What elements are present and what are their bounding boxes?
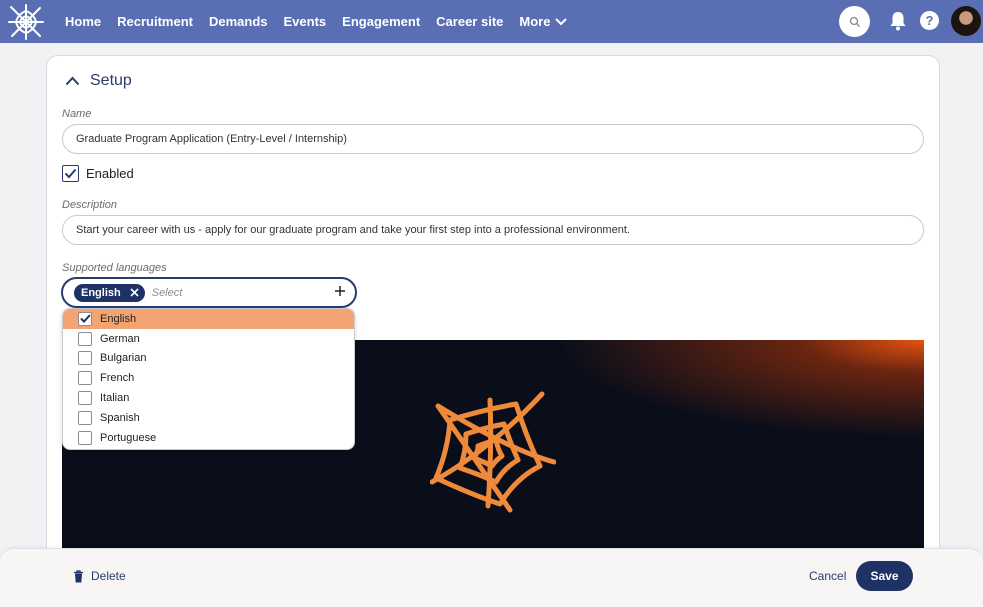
enabled-row: Enabled <box>62 165 134 182</box>
languages-label: Supported languages <box>62 262 167 274</box>
nav-career-site[interactable]: Career site <box>436 14 503 29</box>
nav-recruitment[interactable]: Recruitment <box>117 14 193 29</box>
bell-icon[interactable] <box>889 11 907 31</box>
option-checkbox[interactable] <box>78 331 92 346</box>
option-label: Portuguese <box>100 431 157 444</box>
search-icon <box>849 16 860 27</box>
trash-icon <box>74 569 83 582</box>
top-nav: Home Recruitment Demands Events Engageme… <box>0 0 983 43</box>
name-label: Name <box>62 108 92 120</box>
languages-dropdown: English German Bulgarian French Italian … <box>62 308 355 450</box>
option-label: Italian <box>100 392 130 405</box>
option-italian[interactable]: Italian <box>63 388 354 408</box>
description-label: Description <box>62 199 118 211</box>
close-icon[interactable] <box>130 288 139 297</box>
chevron-up-icon <box>65 76 80 86</box>
option-label: Spanish <box>100 411 140 424</box>
setup-title: Setup <box>90 72 132 89</box>
option-checkbox[interactable] <box>78 311 92 326</box>
nav-demands[interactable]: Demands <box>209 14 268 29</box>
option-checkbox[interactable] <box>78 410 92 425</box>
enabled-checkbox[interactable] <box>62 165 79 182</box>
option-checkbox[interactable] <box>78 351 92 366</box>
setup-header[interactable]: Setup <box>65 72 132 90</box>
language-chip: English <box>74 283 145 302</box>
option-label: German <box>100 332 140 345</box>
plus-icon[interactable] <box>333 284 347 298</box>
delete-label: Delete <box>91 569 126 583</box>
option-checkbox[interactable] <box>78 371 92 386</box>
chevron-down-icon <box>555 17 568 25</box>
enabled-label: Enabled <box>86 166 134 181</box>
nav-more[interactable]: More <box>519 14 568 29</box>
option-portuguese[interactable]: Portuguese <box>63 428 354 448</box>
avatar[interactable] <box>951 6 981 36</box>
nav-events[interactable]: Events <box>284 14 327 29</box>
languages-select[interactable]: English Select <box>61 277 357 308</box>
option-german[interactable]: German <box>63 329 354 349</box>
option-checkbox[interactable] <box>78 430 92 445</box>
footer-bar: Delete Cancel Save <box>0 548 983 607</box>
name-input[interactable]: Graduate Program Application (Entry-Leve… <box>62 124 924 154</box>
spiderweb-icon <box>430 391 556 513</box>
search-button[interactable] <box>839 6 870 37</box>
chip-label: English <box>81 286 121 299</box>
description-input[interactable]: Start your career with us - apply for ou… <box>62 215 924 245</box>
select-placeholder: Select <box>151 286 183 299</box>
option-french[interactable]: French <box>63 368 354 388</box>
option-label: French <box>100 372 135 385</box>
option-label: English <box>100 312 137 325</box>
option-english[interactable]: English <box>63 309 354 329</box>
checkmark-icon <box>64 168 77 179</box>
cancel-button[interactable]: Cancel <box>809 569 846 583</box>
nav-home[interactable]: Home <box>65 14 101 29</box>
option-label: Bulgarian <box>100 352 147 365</box>
save-button[interactable]: Save <box>856 561 913 591</box>
option-checkbox[interactable] <box>78 391 92 406</box>
logo-spiderweb-icon[interactable] <box>0 0 52 43</box>
checkmark-icon <box>79 314 91 324</box>
option-bulgarian[interactable]: Bulgarian <box>63 349 354 369</box>
help-icon[interactable]: ? <box>920 11 939 30</box>
option-spanish[interactable]: Spanish <box>63 408 354 428</box>
nav-more-label: More <box>519 14 551 29</box>
delete-button[interactable]: Delete <box>73 569 126 583</box>
nav-engagement[interactable]: Engagement <box>342 14 420 29</box>
nav-links: Home Recruitment Demands Events Engageme… <box>65 14 583 29</box>
